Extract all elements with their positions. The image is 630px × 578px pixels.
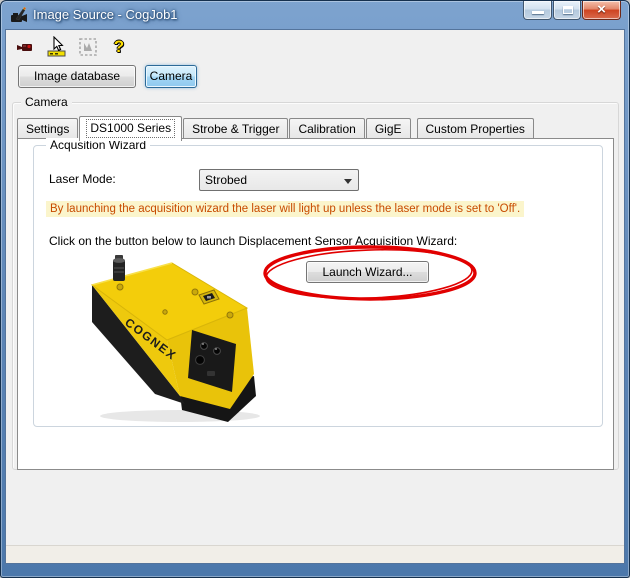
tab-settings[interactable]: Settings bbox=[17, 118, 79, 139]
maximize-button[interactable] bbox=[553, 1, 581, 20]
tab-calibration[interactable]: Calibration bbox=[289, 118, 365, 139]
ds1000-tab-page: Acqusition Wizard Laser Mode: Strobed By… bbox=[17, 138, 614, 470]
close-icon: × bbox=[597, 1, 606, 18]
image-region-icon[interactable] bbox=[76, 35, 100, 59]
laser-mode-select[interactable]: Strobed bbox=[199, 169, 359, 191]
tab-custom-properties[interactable]: Custom Properties bbox=[416, 118, 534, 139]
status-strip bbox=[6, 545, 624, 563]
tab-ds1000-series[interactable]: DS1000 Series bbox=[79, 116, 183, 141]
window-controls: × bbox=[522, 1, 621, 20]
launch-instruction-text: Click on the button below to launch Disp… bbox=[49, 234, 458, 248]
tab-ds1000-label: DS1000 Series bbox=[86, 119, 176, 138]
launch-wizard-button[interactable]: Launch Wizard... bbox=[306, 261, 429, 283]
laser-mode-label: Laser Mode: bbox=[49, 172, 116, 186]
toolbar: ? bbox=[14, 34, 131, 60]
app-stamp-icon bbox=[11, 7, 27, 22]
minimize-icon bbox=[532, 11, 544, 14]
minimize-button[interactable] bbox=[523, 1, 552, 20]
camera-button[interactable]: Camera bbox=[145, 65, 197, 88]
tab-gige[interactable]: GigE bbox=[365, 118, 411, 139]
close-button[interactable]: × bbox=[582, 1, 621, 20]
camera-groupbox: Camera Settings DS1000 Series Strobe & T… bbox=[12, 95, 619, 470]
laser-warning-text: By launching the acquisition wizard the … bbox=[46, 201, 525, 217]
image-source-window: Image Source - CogJob1 × ? Image databas… bbox=[0, 0, 630, 578]
maximize-icon bbox=[563, 6, 573, 14]
client-area: ? Image database Camera Camera Settings … bbox=[5, 29, 625, 564]
window-title: Image Source - CogJob1 bbox=[33, 7, 178, 22]
help-glyph: ? bbox=[113, 37, 125, 56]
titlebar[interactable]: Image Source - CogJob1 × bbox=[1, 1, 629, 29]
chevron-down-icon bbox=[344, 179, 352, 184]
laser-mode-value: Strobed bbox=[205, 173, 248, 187]
tab-strip: Settings DS1000 Series Strobe & Trigger … bbox=[17, 116, 535, 141]
live-display-icon[interactable] bbox=[45, 35, 69, 59]
acquisition-wizard-groupbox: Acqusition Wizard Laser Mode: Strobed By… bbox=[33, 138, 603, 427]
ds1000-sensor-image: COGNEX bbox=[90, 255, 260, 422]
image-database-button[interactable]: Image database bbox=[18, 65, 136, 88]
help-icon[interactable]: ? bbox=[107, 35, 131, 59]
tab-strobe-trigger[interactable]: Strobe & Trigger bbox=[183, 118, 289, 139]
camera-groupbox-label: Camera bbox=[21, 95, 72, 109]
acquire-camera-icon[interactable] bbox=[14, 35, 38, 59]
